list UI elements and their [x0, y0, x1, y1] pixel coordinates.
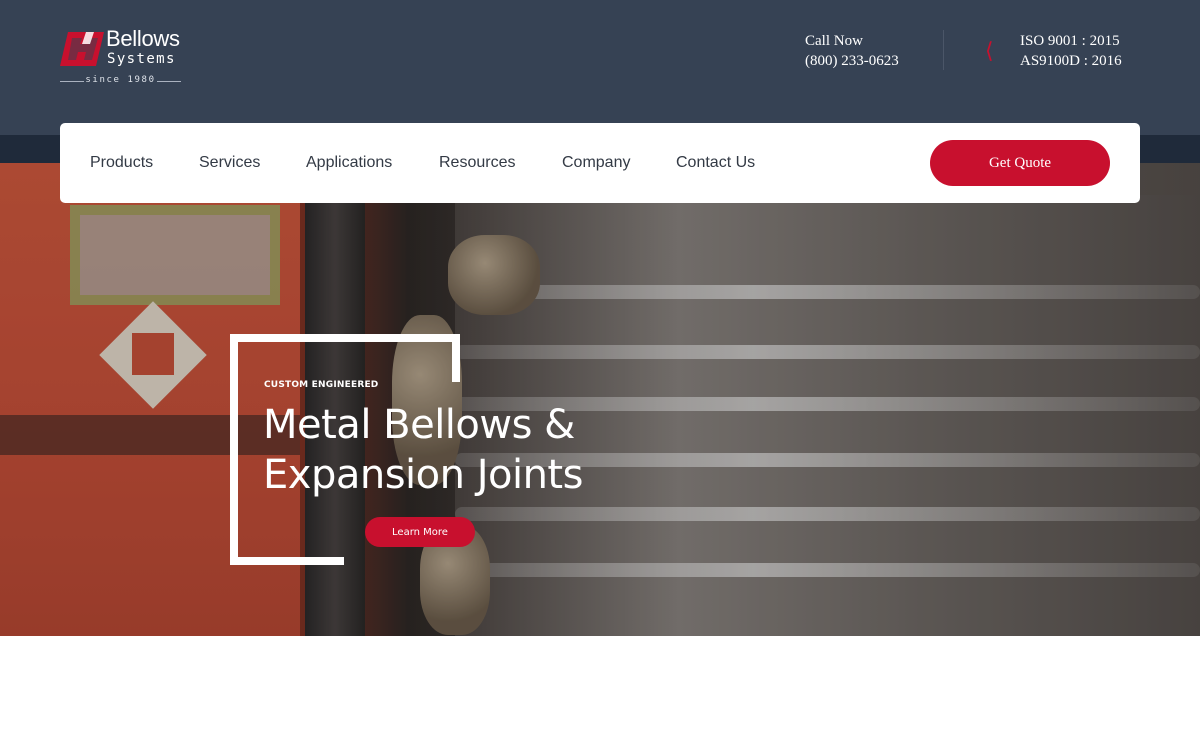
hero-headline: Metal Bellows & Expansion Joints: [263, 400, 683, 500]
header-divider: [943, 30, 944, 70]
hero-banner: [0, 135, 1200, 636]
brand-name: Bellows: [106, 26, 180, 51]
nav-item-resources[interactable]: Resources: [439, 153, 515, 173]
cert-as: AS9100D : 2016: [1020, 53, 1122, 69]
iso-badge-icon: ⟨: [985, 38, 994, 63]
top-header: Bellows Systems since 1980 Call Now (800…: [0, 0, 1200, 135]
main-nav: Products Services Applications Resources…: [60, 123, 1140, 203]
get-quote-button[interactable]: Get Quote: [930, 140, 1110, 186]
certifications: ISO 9001 : 2015 AS9100D : 2016: [1020, 31, 1122, 71]
nav-item-applications[interactable]: Applications: [306, 153, 392, 173]
nav-item-products[interactable]: Products: [90, 153, 153, 173]
cert-iso: ISO 9001 : 2015: [1020, 33, 1120, 49]
learn-more-button[interactable]: Learn More: [365, 517, 475, 547]
nav-item-contact-us[interactable]: Contact Us: [676, 153, 755, 173]
hero-headline-line2: Expansion Joints: [263, 452, 583, 498]
call-now-label: Call Now: [805, 33, 863, 49]
call-now-block[interactable]: Call Now (800) 233-0623: [805, 31, 899, 71]
hero-eyebrow: CUSTOM ENGINEERED: [264, 380, 379, 390]
hero-headline-line1: Metal Bellows &: [263, 402, 575, 448]
bellows-logo-icon: [60, 32, 104, 66]
nav-item-company[interactable]: Company: [562, 153, 630, 173]
nav-item-services[interactable]: Services: [199, 153, 260, 173]
brand-subname: Systems: [107, 51, 176, 67]
brand-logo[interactable]: Bellows Systems since 1980: [60, 28, 185, 88]
phone-number[interactable]: (800) 233-0623: [805, 51, 899, 71]
content-area: [0, 636, 1200, 750]
brand-since: since 1980: [60, 75, 181, 85]
